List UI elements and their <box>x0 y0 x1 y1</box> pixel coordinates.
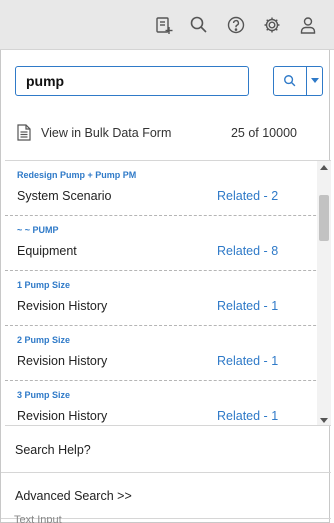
bulk-data-form-link[interactable]: View in Bulk Data Form <box>17 124 171 141</box>
result-family: Revision History <box>17 409 108 423</box>
top-toolbar <box>0 0 334 50</box>
result-related-link[interactable]: Related - 8 <box>217 244 278 258</box>
chevron-down-icon <box>310 78 319 83</box>
result-title[interactable]: 3 Pump Size <box>17 390 70 400</box>
search-panel: View in Bulk Data Form 25 of 10000 Redes… <box>0 50 331 523</box>
result-title[interactable]: 2 Pump Size <box>17 335 70 345</box>
result-family: Revision History <box>17 299 108 313</box>
result-family: System Scenario <box>17 189 112 203</box>
background-text: Text Input <box>14 514 62 523</box>
search-input[interactable] <box>15 66 249 96</box>
result-title[interactable]: 1 Pump Size <box>17 280 70 290</box>
result-family: Revision History <box>17 354 108 368</box>
result-item[interactable]: 3 Pump Size Revision History Related - 1 <box>5 381 331 425</box>
help-icon[interactable] <box>225 14 247 36</box>
result-related-link[interactable]: Related - 1 <box>217 409 278 423</box>
result-related-link[interactable]: Related - 2 <box>217 189 278 203</box>
result-family: Equipment <box>17 244 77 258</box>
search-icon[interactable] <box>188 14 210 36</box>
scroll-up-arrow-icon[interactable] <box>320 165 328 170</box>
document-icon <box>17 124 31 141</box>
scrollbar-thumb[interactable] <box>319 195 329 241</box>
bulk-data-form-label: View in Bulk Data Form <box>41 125 172 140</box>
result-count: 25 of 10000 <box>230 126 297 140</box>
add-record-icon[interactable] <box>153 14 175 36</box>
result-title[interactable]: Redesign Pump + Pump PM <box>17 170 136 180</box>
scroll-down-arrow-icon[interactable] <box>320 418 328 423</box>
advanced-search-link[interactable]: Advanced Search >> <box>1 473 331 519</box>
search-options-dropdown[interactable] <box>307 67 322 95</box>
result-title[interactable]: ~ ~ PUMP <box>17 225 59 235</box>
result-item[interactable]: Redesign Pump + Pump PM System Scenario … <box>5 161 331 216</box>
result-related-link[interactable]: Related - 1 <box>217 299 278 313</box>
results-scrollbar[interactable] <box>317 161 331 425</box>
user-icon[interactable] <box>297 14 319 36</box>
search-button-group <box>273 66 323 96</box>
search-help-link[interactable]: Search Help? <box>1 427 331 473</box>
result-related-link[interactable]: Related - 1 <box>217 354 278 368</box>
bulk-data-row: View in Bulk Data Form 25 of 10000 <box>1 112 331 158</box>
results-list: Redesign Pump + Pump PM System Scenario … <box>5 160 331 426</box>
gear-icon[interactable] <box>261 14 283 36</box>
result-item[interactable]: 2 Pump Size Revision History Related - 1 <box>5 326 331 381</box>
result-item[interactable]: ~ ~ PUMP Equipment Related - 8 <box>5 216 331 271</box>
result-item[interactable]: 1 Pump Size Revision History Related - 1 <box>5 271 331 326</box>
search-submit-button[interactable] <box>274 67 307 95</box>
